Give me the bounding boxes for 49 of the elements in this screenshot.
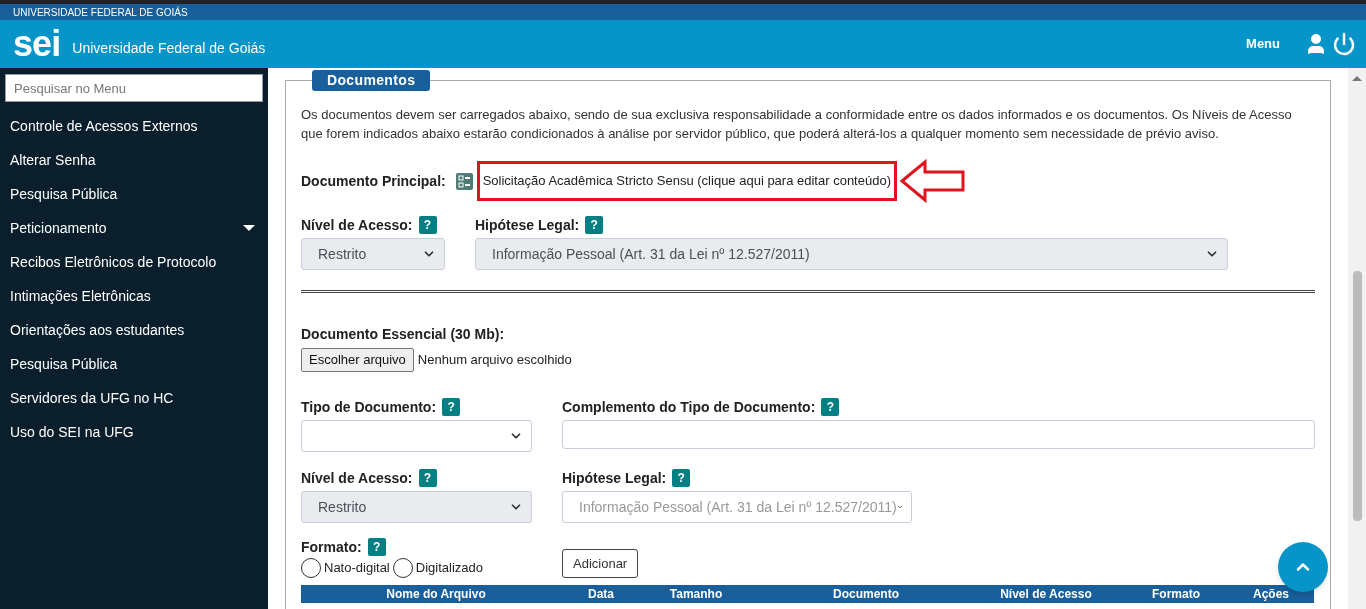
menu-item[interactable]: Orientações aos estudantes [0,313,268,347]
scrollbar[interactable] [1348,68,1366,609]
column-header: Nome do Arquivo [385,586,487,603]
column-header: Tamanho [668,586,724,603]
help-badge[interactable]: ? [821,398,840,416]
menu-item[interactable]: Pesquisa Pública [0,177,268,211]
intro-text: Os documentos devem ser carregados abaixo, sendo de sua exclusiva responsabilidade a conformidade entre os dados informados e os documentos. Os Níveis de Acesso que forem indicados abaixo estarão condicionados à análise por servidor público, que poderá alterá-los a qualquer momento sem necessidade de prévio aviso. [301,106,1293,143]
field-label: Formato: [301,537,362,557]
section-legend: Documentos [312,70,431,91]
choose-file-button[interactable]: Escolher arquivo [301,348,414,372]
column-header: Formato [1151,586,1201,603]
help-badge[interactable]: ? [367,538,386,556]
field-label: Tipo de Documento: [301,397,437,417]
field-label: Nível de Acesso: [301,215,413,235]
menu-item[interactable]: Recibos Eletrônicos de Protocolo [0,245,268,279]
field-label: Documento Principal: [301,171,446,191]
menu-item[interactable]: Pesquisa Pública [0,347,268,381]
column-header: Data [587,586,615,603]
university-title: UNIVERSIDADE FEDERAL DE GOIÁS [13,5,188,20]
org-name: Universidade Federal de Goiás [72,38,266,58]
radio-button[interactable] [392,558,413,578]
column-header: Documento [832,586,900,603]
field-label: Hipótese Legal: [475,215,580,235]
file-status: Nenhum arquivo escolhido [417,351,572,370]
help-badge[interactable]: ? [442,398,461,416]
field-label: Hipótese Legal: [562,468,667,488]
radio-label: Digitalizado [415,559,483,578]
power-icon[interactable] [1332,32,1356,56]
document-link[interactable]: Solicitação Acadêmica Stricto Sensu (clique aqui para editar conteúdo) [476,161,897,201]
help-badge[interactable]: ? [672,469,691,487]
column-header: Ações [1252,586,1290,603]
menu-item[interactable]: Alterar Senha [0,143,268,177]
arrow-left-icon [899,159,967,203]
search-field[interactable]: Pesquisar no Menu [5,74,263,102]
form-icon [455,172,473,190]
field-label: Documento Essencial (30 Mb): [301,325,506,344]
menu-item[interactable]: Peticionamento [0,211,268,245]
field-label: Complemento do Tipo de Documento: [562,397,816,417]
radio-button[interactable] [301,558,321,578]
menu-item[interactable]: Intimações Eletrônicas [0,279,268,313]
text-field[interactable] [562,420,1315,449]
caret-down-icon [243,225,255,231]
radio-label: Nato-digital [324,559,390,578]
menu-item[interactable]: Uso do SEI na UFG [0,415,268,449]
menu-item[interactable]: Controle de Acessos Externos [0,109,268,143]
column-header: Nível de Acesso [999,586,1093,603]
field-label: Nível de Acesso: [301,468,413,488]
menu-item[interactable]: Servidores da UFG no HC [0,381,268,415]
add-button[interactable]: Adicionar [562,549,639,578]
